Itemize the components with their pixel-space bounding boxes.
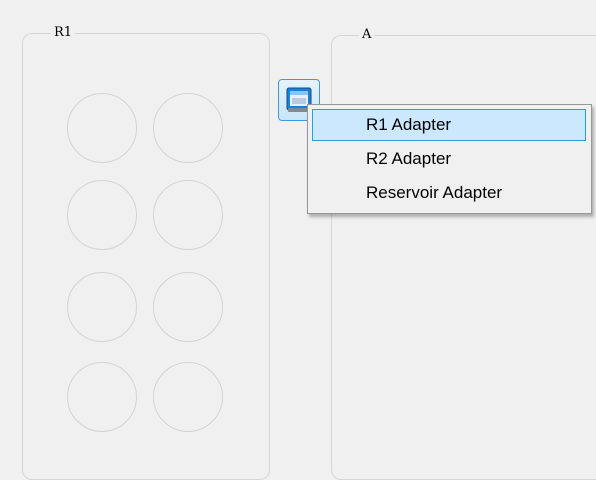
well-r2-c2[interactable] — [153, 180, 223, 250]
well-r3-c2[interactable] — [153, 272, 223, 342]
group-title-a: A — [359, 26, 375, 44]
menu-item-reservoir-adapter[interactable]: Reservoir Adapter — [312, 177, 586, 209]
group-box-r1: R1 — [22, 24, 270, 480]
well-r3-c1[interactable] — [67, 272, 137, 342]
menu-item-r1-adapter[interactable]: R1 Adapter — [312, 109, 586, 141]
well-r4-c2[interactable] — [153, 362, 223, 432]
well-r4-c1[interactable] — [67, 362, 137, 432]
well-r2-c1[interactable] — [67, 180, 137, 250]
window-panel: R1 A R1 Adapter R2 Adapter Reservoir Ada… — [0, 0, 596, 480]
group-title-r1: R1 — [51, 24, 76, 42]
well-r1-c1[interactable] — [67, 93, 137, 163]
adapter-context-menu: R1 Adapter R2 Adapter Reservoir Adapter — [307, 104, 592, 214]
group-box-a: A — [331, 26, 596, 480]
well-r1-c2[interactable] — [153, 93, 223, 163]
menu-item-r2-adapter[interactable]: R2 Adapter — [312, 143, 586, 175]
